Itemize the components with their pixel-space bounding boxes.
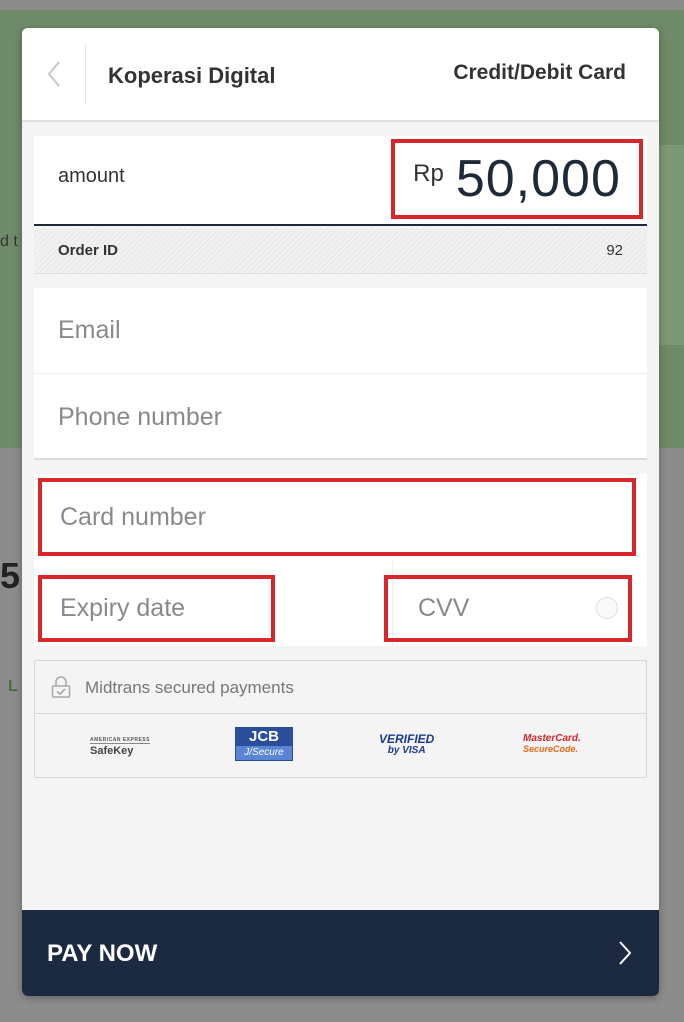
phone-field-container — [34, 374, 647, 460]
amount-currency: Rp — [413, 160, 444, 187]
cvv-info-icon[interactable] — [596, 597, 618, 619]
order-id-label: Order ID — [58, 242, 119, 259]
payment-modal: Koperasi Digital Credit/Debit Card amoun… — [22, 28, 659, 996]
background-text: d t — [0, 233, 18, 250]
modal-header: Koperasi Digital Credit/Debit Card — [22, 28, 659, 122]
amex-safekey-logo: AMERICAN EXPRESS SafeKey — [90, 737, 150, 757]
amount-display: Rp 50,000 — [391, 139, 643, 219]
amex-safekey-top: AMERICAN EXPRESS — [90, 737, 150, 744]
visa-logo-bottom: by VISA — [387, 745, 426, 756]
secure-payments-text: Midtrans secured payments — [85, 678, 294, 697]
card-form — [34, 474, 647, 646]
cvv-input[interactable] — [388, 579, 628, 638]
visa-logo-top: VERIFIED — [379, 732, 435, 746]
merchant-name: Koperasi Digital — [108, 63, 276, 88]
chevron-left-icon — [47, 61, 60, 87]
amount-label: amount — [58, 165, 125, 187]
mastercard-logo-bottom: SecureCode. — [523, 744, 579, 754]
pay-now-button[interactable]: PAY NOW — [22, 910, 659, 996]
lock-icon — [51, 676, 71, 698]
card-number-container — [38, 478, 636, 556]
mastercard-securecode-logo: MasterCard. SecureCode. — [523, 733, 581, 755]
cvv-container — [384, 575, 632, 642]
background-link: L — [8, 678, 18, 695]
expiry-container — [38, 575, 275, 642]
verified-by-visa-logo: VERIFIED by VISA — [379, 733, 434, 757]
card-number-input[interactable] — [42, 482, 632, 552]
secure-payments-panel: Midtrans secured payments AMERICAN EXPRE… — [34, 660, 647, 778]
jcb-logo-top: JCB — [236, 728, 292, 746]
jcb-secure-logo: JCB J/Secure — [235, 727, 293, 761]
security-logos: AMERICAN EXPRESS SafeKey JCB J/Secure VE… — [35, 715, 646, 777]
amount-value: 50,000 — [455, 150, 621, 208]
expiry-date-input[interactable] — [42, 579, 271, 638]
back-button[interactable] — [22, 44, 86, 104]
order-id-value: 92 — [606, 242, 623, 259]
secure-header: Midtrans secured payments — [35, 661, 646, 714]
chevron-right-icon — [619, 941, 631, 965]
contact-form — [34, 288, 647, 460]
email-field[interactable] — [34, 288, 647, 373]
order-id-row: Order ID 92 — [34, 228, 647, 274]
email-field-container — [34, 288, 647, 374]
phone-field[interactable] — [34, 374, 647, 460]
pay-now-label: PAY NOW — [47, 940, 158, 967]
amount-section: amount Rp 50,000 — [34, 136, 647, 226]
payment-method-title: Credit/Debit Card — [453, 61, 626, 84]
amex-safekey-text: SafeKey — [90, 745, 134, 757]
jcb-logo-bottom: J/Secure — [236, 746, 292, 760]
mastercard-logo-top: MasterCard. — [523, 733, 581, 744]
